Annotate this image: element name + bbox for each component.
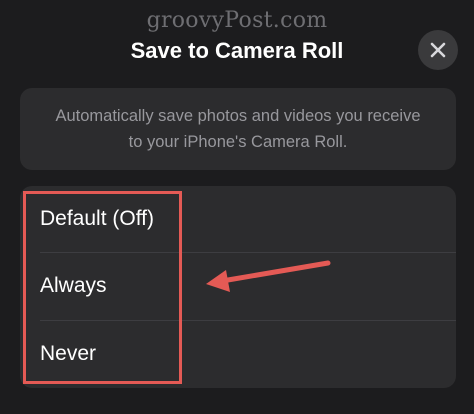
close-button[interactable]: [418, 30, 458, 70]
modal-sheet: groovyPost.com Save to Camera Roll Autom…: [0, 0, 474, 414]
option-label: Never: [40, 342, 97, 365]
option-always[interactable]: Always: [20, 253, 456, 319]
sheet-title: Save to Camera Roll: [130, 38, 344, 63]
option-label: Default (Off): [40, 207, 154, 230]
options-list: Default (Off) Always Never: [20, 186, 456, 388]
close-icon: [430, 42, 446, 58]
watermark: groovyPost.com: [146, 8, 328, 33]
option-label: Always: [40, 274, 107, 297]
option-never[interactable]: Never: [20, 321, 456, 387]
info-description: Automatically save photos and videos you…: [37, 103, 438, 155]
info-card: Automatically save photos and videos you…: [20, 88, 456, 170]
info-line-2: to your iPhone's Camera Roll.: [128, 133, 348, 151]
info-line-1: Automatically save photos and videos you…: [55, 107, 421, 125]
option-default-off[interactable]: Default (Off): [20, 186, 456, 252]
